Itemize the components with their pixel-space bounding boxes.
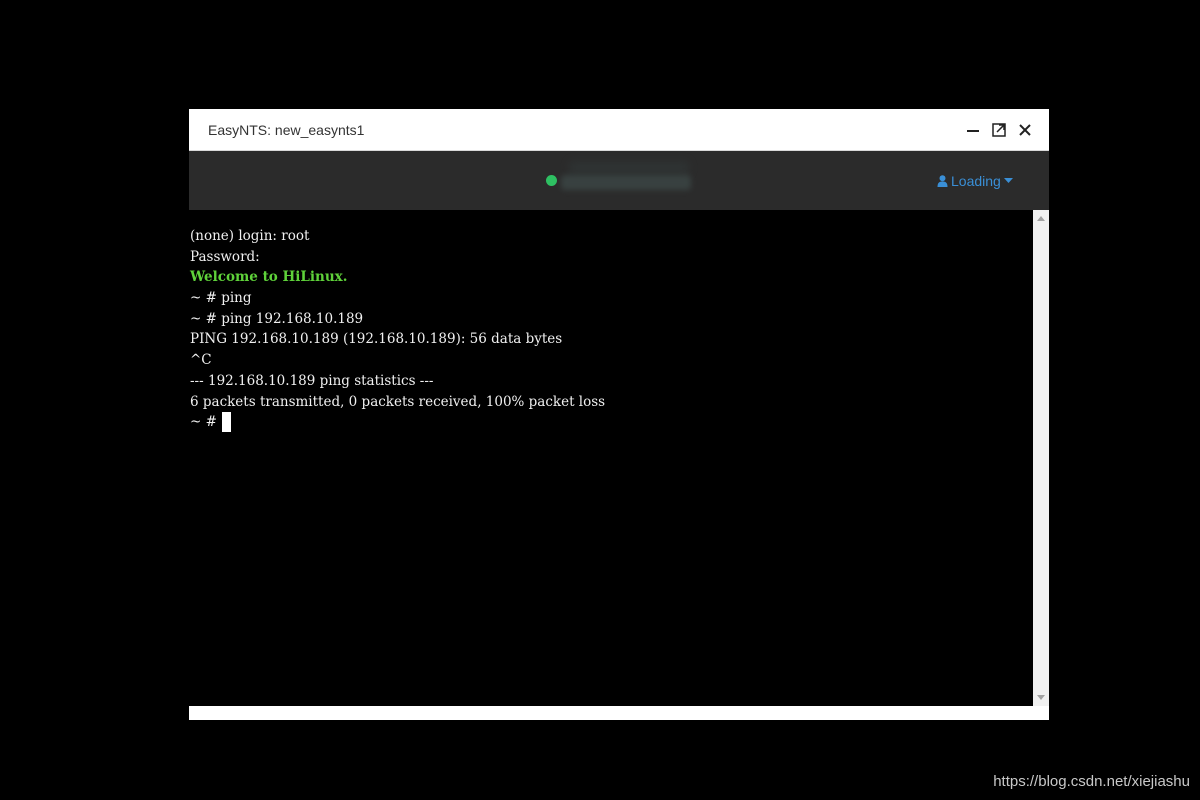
user-menu-dropdown[interactable]: Loading [937, 172, 1013, 190]
terminal-line-welcome: Welcome to HiLinux. [190, 269, 348, 286]
terminal-line: ^C [190, 352, 212, 369]
minimize-button[interactable] [963, 120, 983, 140]
terminal-line: 6 packets transmitted, 0 packets receive… [190, 393, 606, 410]
close-button[interactable] [1015, 120, 1035, 140]
maximize-button[interactable] [989, 120, 1009, 140]
watermark-text: https://blog.csdn.net/xiejiashu [993, 773, 1190, 790]
user-icon [937, 175, 948, 187]
caret-down-icon [1003, 178, 1013, 183]
scroll-down-arrow-icon[interactable] [1037, 695, 1045, 700]
redacted-area [561, 175, 691, 190]
terminal-line: PING 192.168.10.189 (192.168.10.189): 56… [190, 331, 563, 348]
terminal-window: EasyNTS: new_easynts1 Loading (none) log… [189, 109, 1049, 720]
window-title: EasyNTS: new_easynts1 [208, 122, 365, 138]
terminal-line: ~ # ping 192.168.10.189 [190, 310, 364, 327]
minimize-icon [967, 130, 979, 132]
connection-status-indicator [546, 175, 557, 186]
terminal-line: ~ # ping [190, 290, 252, 307]
toolbar: Loading [189, 151, 1049, 210]
user-menu-label: Loading [951, 173, 1001, 189]
vertical-scrollbar[interactable] [1033, 210, 1049, 706]
terminal-line: (none) login: root [190, 228, 310, 244]
terminal-prompt: ~ # [190, 414, 217, 431]
window-bottom-bar [189, 706, 1049, 720]
scroll-up-arrow-icon[interactable] [1037, 216, 1045, 221]
close-icon [1019, 124, 1031, 136]
title-bar[interactable]: EasyNTS: new_easynts1 [189, 109, 1049, 151]
expand-icon [992, 123, 1006, 137]
terminal-output[interactable]: (none) login: root Password: Welcome to … [189, 210, 1033, 706]
terminal-cursor [221, 412, 231, 433]
redacted-area [569, 161, 689, 175]
terminal-prompt-line[interactable]: ~ # [189, 412, 1033, 433]
terminal-line: Password: [190, 248, 260, 265]
terminal-line: --- 192.168.10.189 ping statistics --- [190, 372, 434, 389]
